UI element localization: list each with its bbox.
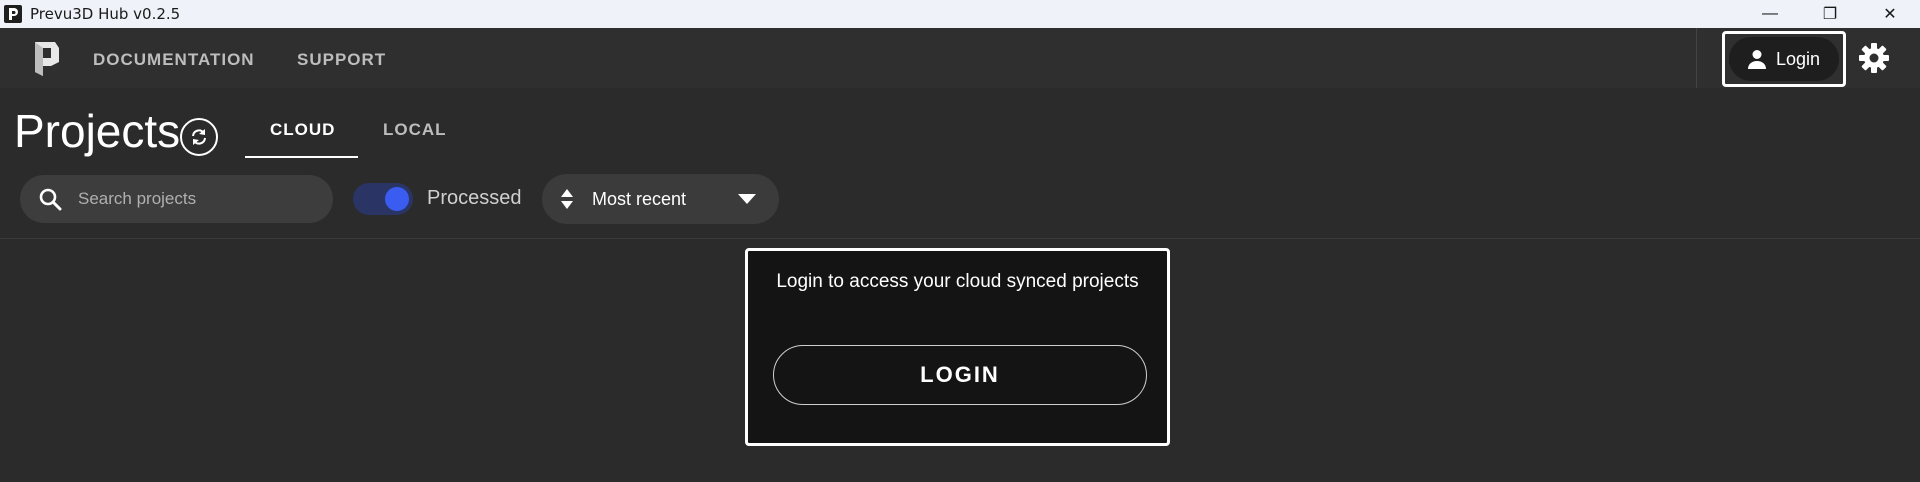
page-title: Projects xyxy=(14,105,181,157)
sort-icon xyxy=(561,189,573,209)
window-title: Prevu3D Hub v0.2.5 xyxy=(30,5,181,23)
active-tab-indicator xyxy=(245,156,358,158)
sort-select[interactable]: Most recent xyxy=(542,174,779,224)
app-logo-icon xyxy=(4,5,22,23)
search-input[interactable] xyxy=(76,188,300,210)
login-button[interactable]: LOGIN xyxy=(773,345,1147,405)
refresh-button[interactable] xyxy=(180,118,218,156)
chevron-down-icon xyxy=(738,194,756,204)
processed-toggle-label: Processed xyxy=(427,187,522,209)
header-divider xyxy=(1696,28,1697,88)
nav-documentation[interactable]: DOCUMENTATION xyxy=(93,50,255,70)
window-titlebar: Prevu3D Hub v0.2.5 — ❐ ✕ xyxy=(0,0,1920,28)
close-button[interactable]: ✕ xyxy=(1860,0,1920,28)
header-login-button[interactable]: Login xyxy=(1729,37,1839,81)
sort-selected-label: Most recent xyxy=(592,188,687,209)
section-divider xyxy=(0,238,1920,239)
user-icon xyxy=(1747,50,1766,69)
login-header-focus-ring: Login xyxy=(1722,31,1846,87)
search-box[interactable] xyxy=(20,175,333,223)
tab-local[interactable]: LOCAL xyxy=(383,120,447,140)
refresh-icon xyxy=(192,129,206,145)
login-card: Login to access your cloud synced projec… xyxy=(745,248,1170,446)
gear-icon[interactable] xyxy=(1858,42,1890,74)
app-header: DOCUMENTATION SUPPORT Login xyxy=(0,28,1920,88)
header-login-label: Login xyxy=(1775,48,1821,69)
minimize-button[interactable]: — xyxy=(1740,0,1800,28)
restore-button[interactable]: ❐ xyxy=(1800,0,1860,28)
login-card-message: Login to access your cloud synced projec… xyxy=(776,271,1139,292)
toggle-knob xyxy=(385,187,409,211)
nav-support[interactable]: SUPPORT xyxy=(297,50,386,70)
search-icon xyxy=(39,188,62,211)
prevu3d-logo-icon[interactable] xyxy=(29,38,61,78)
tab-cloud[interactable]: CLOUD xyxy=(270,120,335,140)
processed-toggle[interactable] xyxy=(353,183,413,215)
